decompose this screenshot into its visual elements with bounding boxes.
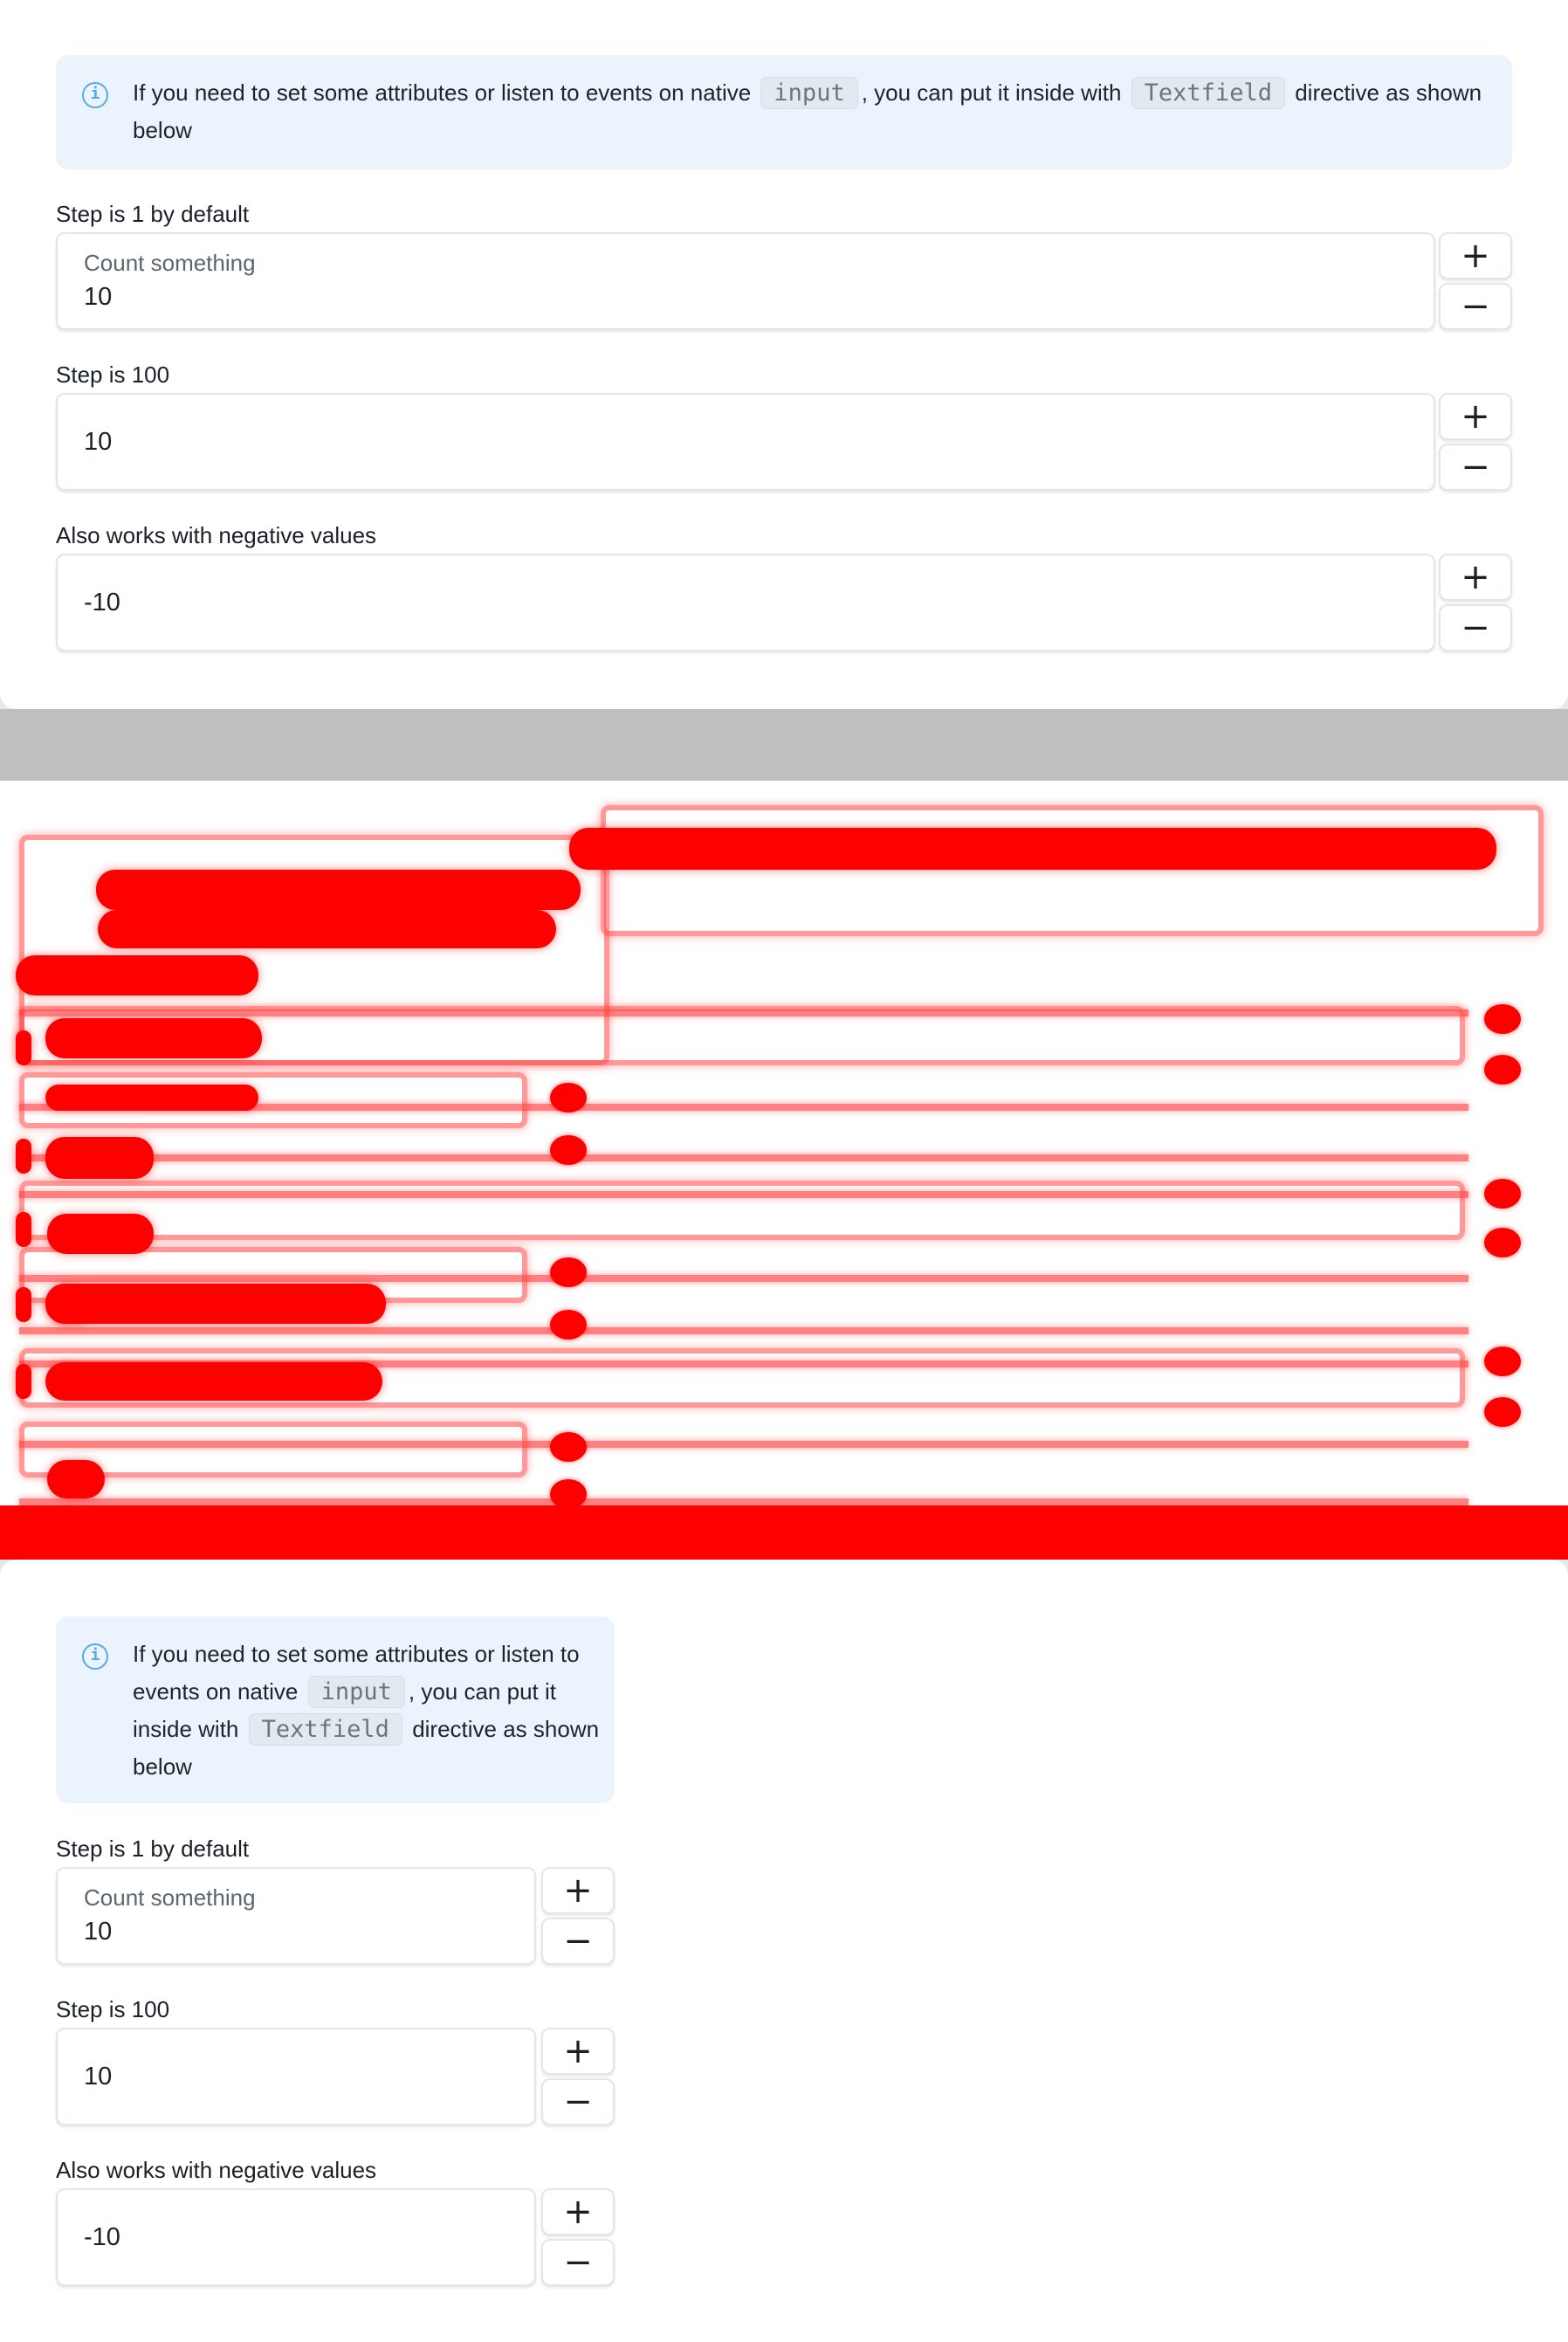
code-input: input [307, 1676, 405, 1708]
marker-dot [550, 1257, 587, 1287]
input-value: -10 [84, 2223, 120, 2251]
marker-dot [1484, 1004, 1521, 1034]
number-input[interactable]: 10 [56, 393, 1435, 491]
marker-dot [1484, 1228, 1521, 1257]
smear-blob [47, 1460, 105, 1498]
smear-blob [16, 1030, 31, 1065]
increment-button[interactable]: + [541, 2028, 615, 2075]
code-input: input [760, 77, 858, 109]
field-label: Also works with negative values [56, 2157, 377, 2183]
decrement-button[interactable]: − [1439, 604, 1512, 651]
ghost-line [19, 1154, 1468, 1161]
smear-blob [16, 1287, 31, 1322]
marker-dot [550, 1310, 587, 1340]
ghost-notice-box [601, 805, 1544, 936]
info-notice: i If you need to set some attributes or … [56, 1616, 615, 1803]
marker-dot [550, 1432, 587, 1462]
decrement-button[interactable]: − [541, 2078, 615, 2125]
smear-blob [45, 1284, 386, 1324]
increment-button[interactable]: + [1439, 393, 1512, 440]
section-divider [0, 709, 1568, 781]
decrement-button[interactable]: − [541, 2239, 615, 2286]
smear-blob [45, 1362, 382, 1401]
wide-demo-panel: i If you need to set some attributes or … [0, 0, 1568, 709]
input-value: 10 [84, 283, 113, 311]
smear-blob [16, 1212, 31, 1247]
marker-dot [550, 1135, 587, 1165]
ghost-field [19, 1181, 1465, 1240]
notice-text: If you need to set some attributes or li… [133, 74, 1495, 149]
marker-dot [550, 1479, 587, 1509]
field-label: Step is 100 [56, 1996, 170, 2022]
input-value: 10 [84, 2063, 113, 2091]
marker-dot [1484, 1179, 1521, 1209]
info-notice: i If you need to set some attributes or … [56, 55, 1512, 169]
number-input[interactable]: 10 [56, 2028, 536, 2125]
decrement-button[interactable]: − [1439, 283, 1512, 330]
notice-text-part1: If you need to set some attributes or li… [133, 79, 752, 106]
input-placeholder: Count something [84, 250, 256, 276]
marker-dot [1484, 1397, 1521, 1427]
smear-blob [47, 1289, 93, 1324]
ghost-line [19, 1498, 1468, 1505]
field-label: Step is 1 by default [56, 1836, 250, 1862]
diff-overlay-bar [0, 1505, 1568, 1560]
input-value: -10 [84, 589, 120, 616]
number-input[interactable]: -10 [56, 554, 1435, 651]
diff-overlay [0, 781, 1568, 1560]
increment-button[interactable]: + [1439, 554, 1512, 601]
input-value: 10 [84, 1918, 113, 1946]
notice-text: If you need to set some attributes or li… [133, 1636, 604, 1786]
input-value: 10 [84, 428, 113, 456]
increment-button[interactable]: + [541, 2188, 615, 2235]
info-icon: i [82, 1643, 108, 1670]
code-textfield: Textfield [248, 1713, 402, 1746]
smear-blob [16, 1139, 31, 1174]
increment-button[interactable]: + [541, 1867, 615, 1914]
smear-blob [569, 828, 1496, 870]
marker-dot [1484, 1055, 1521, 1085]
smear-blob [16, 955, 258, 995]
marker-dot [1484, 1347, 1521, 1376]
smear-blob [96, 870, 581, 910]
number-input[interactable]: Count something 10 [56, 232, 1435, 330]
number-input[interactable]: Count something 10 [56, 1867, 536, 1965]
notice-text-part2: , you can put it inside with [861, 79, 1122, 106]
decrement-button[interactable]: − [541, 1918, 615, 1965]
field-label: Step is 100 [56, 362, 170, 388]
field-label: Step is 1 by default [56, 201, 250, 227]
input-placeholder: Count something [84, 1884, 256, 1911]
decrement-button[interactable]: − [1439, 444, 1512, 491]
info-icon: i [82, 82, 108, 108]
smear-blob [16, 1364, 31, 1399]
smear-blob [47, 1214, 154, 1254]
page: i If you need to set some attributes or … [0, 0, 1568, 2342]
number-input[interactable]: -10 [56, 2188, 536, 2286]
field-label: Also works with negative values [56, 522, 377, 548]
smear-blob [45, 1018, 262, 1058]
ghost-line [19, 1327, 1468, 1334]
code-textfield: Textfield [1131, 77, 1285, 109]
smear-blob [45, 1085, 258, 1111]
narrow-demo-panel: i If you need to set some attributes or … [0, 1560, 1568, 2342]
increment-button[interactable]: + [1439, 232, 1512, 279]
smear-blob [45, 1137, 154, 1179]
smear-blob [98, 910, 556, 948]
marker-dot [550, 1083, 587, 1112]
